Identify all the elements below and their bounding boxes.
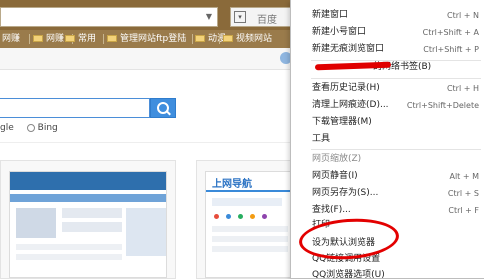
menu-item-shortcut: Ctrl + H [446, 84, 479, 93]
thumb-dot [238, 214, 243, 219]
search-button[interactable] [150, 98, 176, 118]
menu-item-label: 工具 [312, 134, 331, 144]
menu-item-mute[interactable]: 网页静音(I) Alt + M [291, 168, 484, 185]
menu-item-downloads[interactable]: 下载管理器(M) [291, 114, 484, 131]
search-icon-handle [166, 110, 171, 116]
menu-item-label: 网页静音(I) [312, 171, 358, 181]
menu-item-clear-data[interactable]: 清理上网痕迹(D)... Ctrl+Shift+Delete [291, 97, 484, 114]
divider [192, 34, 193, 44]
thumb-logo: 上网导航 [212, 179, 252, 190]
menu-item-label: 查看历史记录(H) [312, 83, 380, 93]
thumb-dot [262, 214, 267, 219]
speed-dial-tile[interactable]: 上网导航 [196, 160, 300, 279]
thumb-block [212, 226, 288, 232]
site-thumbnail: 上网导航 [205, 171, 291, 278]
menu-item-options[interactable]: QQ浏览器选项(U) [291, 267, 484, 279]
menu-item-label: 新建窗口 [312, 10, 349, 20]
menu-divider [311, 78, 481, 79]
site-thumbnail [9, 171, 167, 278]
folder-icon [223, 35, 233, 42]
thumb-header [10, 172, 166, 190]
engine-selector-icon[interactable]: ▾ [234, 11, 246, 23]
speed-dial-tile[interactable] [0, 160, 176, 279]
thumb-nav [10, 194, 166, 202]
divider [0, 142, 300, 143]
menu-item-new-alt-window[interactable]: 新建小号窗口 Ctrl+Shift + A [291, 24, 484, 41]
menu-item-zoom[interactable]: 网页缩放(Z) [291, 151, 484, 168]
menu-item-new-window[interactable]: 新建窗口 Ctrl + N [291, 7, 484, 24]
bookmark-folder[interactable]: 网赚 [2, 33, 20, 45]
divider [103, 34, 104, 44]
thumb-block [126, 208, 166, 256]
engine-option-partial[interactable]: gle [0, 123, 14, 133]
bookmark-label: 网赚 [2, 34, 21, 44]
folder-icon [33, 35, 43, 42]
thumb-block [62, 222, 122, 232]
menu-item-label: 新建小号窗口 [312, 27, 367, 37]
menu-item-shortcut: Ctrl + S [447, 189, 479, 198]
radio-bing[interactable] [26, 123, 35, 132]
browser-main-menu: 新建窗口 Ctrl + N 新建小号窗口 Ctrl+Shift + A 新建无痕… [290, 0, 484, 279]
thumb-block [16, 208, 56, 238]
divider [29, 34, 30, 44]
search-input[interactable] [0, 98, 150, 118]
menu-item-history[interactable]: 查看历史记录(H) Ctrl + H [291, 80, 484, 97]
menu-item-shortcut: Ctrl+Shift + A [422, 28, 479, 37]
bookmark-label: 管理网站ftp登陆 [120, 34, 187, 44]
menu-item-new-private-window[interactable]: 新建无痕浏览窗口 Ctrl+Shift + P [291, 41, 484, 58]
bookmark-label: 常用 [78, 34, 97, 44]
menu-item-shortcut: Alt + M [449, 172, 479, 181]
menu-item-shortcut: Ctrl + N [446, 11, 479, 20]
bookmark-folder[interactable]: 常用 [65, 33, 96, 45]
thumb-dot [250, 214, 255, 219]
menu-divider [311, 149, 481, 150]
divider [219, 34, 220, 44]
thumb-block [16, 254, 122, 260]
page-content: gle Bing 上网导航 [0, 70, 300, 279]
chevron-down-icon[interactable]: ▼ [203, 10, 215, 24]
bookmark-folder[interactable]: 动漫 [195, 33, 226, 45]
thumb-block [212, 198, 282, 206]
search-placeholder: 百度 [257, 15, 277, 26]
thumb-block [62, 208, 122, 218]
bookmark-label: 网赚 [46, 34, 65, 44]
menu-item-label: QQ浏览器选项(U) [312, 270, 385, 279]
menu-item-label: 下载管理器(M) [312, 117, 372, 127]
folder-icon [65, 35, 75, 42]
thumb-dot [226, 214, 231, 219]
bookmark-folder[interactable]: 网赚 [33, 33, 64, 45]
folder-icon [107, 35, 117, 42]
menu-item-save-as[interactable]: 网页另存为(S)... Ctrl + S [291, 185, 484, 202]
menu-item-label: 清理上网痕迹(D)... [312, 100, 389, 110]
bookmark-label: 视频网站 [236, 34, 273, 44]
engine-option-bing[interactable]: Bing [38, 123, 58, 133]
engine-options: gle Bing [0, 123, 58, 133]
menu-item-label: 网页缩放(Z) [312, 154, 362, 164]
folder-icon [195, 35, 205, 42]
menu-item-shortcut: Ctrl+Shift+Delete [406, 101, 479, 110]
address-bar[interactable]: ▼ [0, 7, 218, 27]
menu-item-tools[interactable]: 工具 [291, 131, 484, 148]
bookmark-folder[interactable]: 视频网站 [223, 33, 272, 45]
menu-item-label: 新建无痕浏览窗口 [312, 44, 385, 54]
thumb-block [16, 244, 122, 250]
menu-item-shortcut: Ctrl+Shift + P [423, 45, 479, 54]
menu-item-label: 网页另存为(S)... [312, 188, 379, 198]
bookmark-folder[interactable]: 管理网站ftp登陆 [107, 33, 186, 45]
thumb-dot [214, 214, 219, 219]
thumb-block [212, 236, 288, 242]
thumb-block [212, 246, 288, 252]
